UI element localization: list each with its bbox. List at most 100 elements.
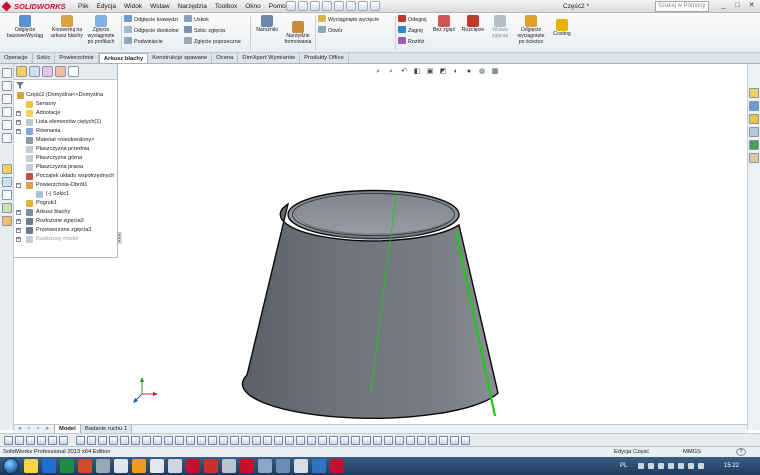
costing-button[interactable]: Costing — [550, 17, 574, 38]
unfold-button[interactable]: Odegnij — [398, 15, 427, 25]
acrobat-app-icon[interactable] — [186, 459, 200, 473]
app-icon[interactable] — [114, 459, 128, 473]
expand-icon[interactable]: + — [16, 111, 21, 116]
view-icon[interactable] — [384, 436, 393, 445]
tab-operacje[interactable]: Operacje — [0, 53, 33, 63]
configurationmanager-tab-icon[interactable] — [42, 66, 53, 77]
view-icon[interactable] — [461, 436, 470, 445]
view-icon[interactable] — [428, 436, 437, 445]
menu-edycja[interactable]: Edycja — [92, 0, 120, 13]
next-tab-arrow-icon[interactable]: › — [34, 425, 42, 433]
view-icon[interactable] — [219, 436, 228, 445]
view-icon[interactable] — [406, 436, 415, 445]
view-icon[interactable] — [230, 436, 239, 445]
flatten-button[interactable]: Rozłóż — [398, 37, 424, 47]
fold-button[interactable]: Zagnij — [398, 26, 423, 36]
help-search-input[interactable]: Szukaj w Pomocy — [655, 1, 709, 12]
sketch-line[interactable] — [370, 195, 397, 390]
tray-icon[interactable] — [668, 463, 674, 469]
view-icon[interactable] — [26, 436, 35, 445]
sketched-bend-button[interactable]: Szkic zgięcia — [184, 26, 225, 36]
view-icon[interactable] — [274, 436, 283, 445]
featuremanager-tab-icon[interactable] — [16, 66, 27, 77]
print-icon[interactable] — [322, 1, 332, 11]
view-icon[interactable] — [439, 436, 448, 445]
select-icon[interactable] — [346, 1, 356, 11]
view-orientation-icon[interactable]: ▣ — [425, 67, 435, 77]
zoom-to-area-icon[interactable]: ⌕ — [386, 67, 396, 77]
zoom-to-fit-icon[interactable]: ⌕ — [373, 67, 383, 77]
network-icon[interactable] — [688, 463, 694, 469]
expand-icon[interactable]: + — [16, 129, 21, 134]
view-icon[interactable] — [252, 436, 261, 445]
propertymanager-tab-icon[interactable] — [29, 66, 40, 77]
expand-icon[interactable]: + — [16, 219, 21, 224]
forming-tool-button[interactable]: Narzędzie formowania — [282, 19, 314, 46]
excel-app-icon[interactable] — [60, 459, 74, 473]
file-explorer-icon[interactable] — [749, 114, 759, 124]
jog-button[interactable]: Uskok — [184, 15, 209, 25]
view-icon[interactable] — [373, 436, 382, 445]
edge-flange-button[interactable]: Odgięcie krawędzi — [124, 15, 178, 25]
cone-outer-surface[interactable] — [241, 202, 499, 419]
app-icon[interactable] — [222, 459, 236, 473]
smart-dimension-icon[interactable] — [2, 164, 12, 174]
clock[interactable]: 15:22 — [724, 457, 739, 475]
circle-tool-icon[interactable] — [2, 107, 12, 117]
app-icon[interactable] — [330, 459, 344, 473]
view-icon[interactable] — [164, 436, 173, 445]
hide-show-items-icon[interactable]: ◐ — [451, 67, 461, 77]
cross-break-button[interactable]: Zgięcie poprzeczne — [184, 37, 241, 47]
view-icon[interactable] — [208, 436, 217, 445]
menu-widok[interactable]: Widok — [120, 0, 146, 13]
view-icon[interactable] — [59, 436, 68, 445]
solidworks-app-icon[interactable] — [240, 459, 254, 473]
menu-plik[interactable]: Plik — [74, 0, 92, 13]
line-tool-icon[interactable] — [2, 81, 12, 91]
powerpoint-app-icon[interactable] — [78, 459, 92, 473]
view-palette-icon[interactable] — [749, 127, 759, 137]
view-icon[interactable] — [197, 436, 206, 445]
hole-button[interactable]: Otwór — [318, 26, 342, 36]
app-icon[interactable] — [168, 459, 182, 473]
tab-szkic[interactable]: Szkic — [33, 53, 56, 63]
relations-icon[interactable] — [2, 177, 12, 187]
volume-icon[interactable] — [698, 463, 704, 469]
minimize-button[interactable]: _ — [717, 1, 730, 11]
view-icon[interactable] — [362, 436, 371, 445]
sketch-tool-icon[interactable] — [2, 68, 12, 78]
undo-icon[interactable] — [334, 1, 344, 11]
word-app-icon[interactable] — [42, 459, 56, 473]
view-icon[interactable] — [76, 436, 85, 445]
tray-icon[interactable] — [638, 463, 644, 469]
start-button[interactable] — [3, 458, 19, 474]
tab-arkusz-blachy[interactable]: Arkusz blachy — [98, 53, 149, 63]
convert-to-sheet-metal-button[interactable]: Konwertuj na arkusz blachy — [50, 13, 84, 40]
tray-icon[interactable] — [658, 463, 664, 469]
view-icon[interactable] — [109, 436, 118, 445]
offset-icon[interactable] — [2, 203, 12, 213]
design-library-icon[interactable] — [749, 101, 759, 111]
view-icon[interactable] — [131, 436, 140, 445]
section-view-icon[interactable]: ◧ — [412, 67, 422, 77]
arc-tool-icon[interactable] — [2, 120, 12, 130]
base-flange-button[interactable]: Odgięcie bazowe/Wyciąg — [2, 13, 48, 40]
collapse-icon[interactable]: − — [16, 183, 21, 188]
close-button[interactable]: ✕ — [745, 1, 758, 11]
edit-appearance-icon[interactable]: ● — [464, 67, 474, 77]
view-icon[interactable] — [98, 436, 107, 445]
display-manager-tab-icon[interactable] — [68, 66, 79, 77]
maximize-button[interactable]: □ — [731, 1, 744, 11]
app-icon[interactable] — [294, 459, 308, 473]
extruded-cut-button[interactable]: Wyciągnięte wycięcie — [318, 15, 379, 25]
new-document-icon[interactable] — [286, 1, 296, 11]
miter-flange-button[interactable]: Odgięcie dookolne — [124, 26, 179, 36]
view-icon[interactable] — [263, 436, 272, 445]
panel-resize-grip-icon[interactable] — [117, 232, 122, 244]
tab-produkty-office[interactable]: Produkty Office — [300, 53, 349, 63]
view-icon[interactable] — [120, 436, 129, 445]
view-icon[interactable] — [37, 436, 46, 445]
app-icon[interactable] — [96, 459, 110, 473]
sketch-point-bottom[interactable] — [369, 387, 373, 391]
corners-button[interactable]: Narożniki — [254, 13, 280, 34]
